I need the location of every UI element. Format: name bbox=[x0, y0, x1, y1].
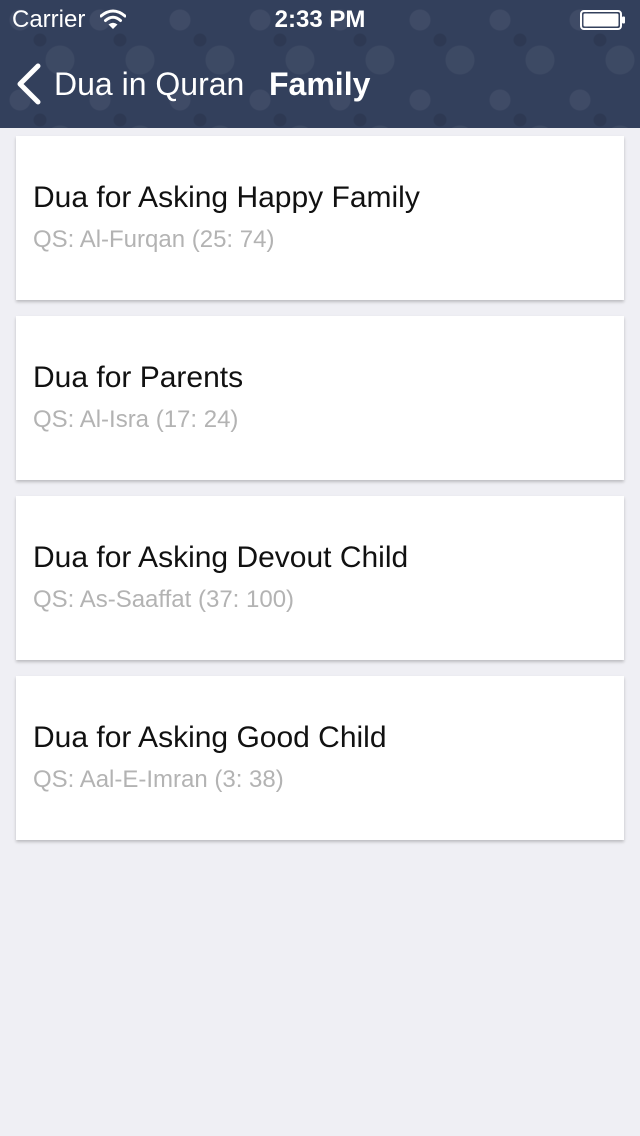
status-bar: Carrier 2:33 PM bbox=[0, 0, 640, 40]
dua-card[interactable]: Dua for Asking Good Child QS: Aal-E-Imra… bbox=[16, 676, 624, 840]
status-time: 2:33 PM bbox=[274, 6, 366, 33]
dua-title: Dua for Asking Good Child bbox=[33, 721, 387, 754]
dua-reference: QS: As-Saaffat (37: 100) bbox=[33, 586, 295, 613]
back-button[interactable]: Dua in Quran bbox=[14, 60, 244, 108]
battery-icon bbox=[580, 10, 625, 30]
dua-title: Dua for Asking Happy Family bbox=[33, 181, 420, 214]
page-title: Family bbox=[269, 66, 371, 102]
chevron-left-icon bbox=[17, 63, 41, 105]
dua-reference: QS: Al-Isra (17: 24) bbox=[33, 406, 239, 433]
dua-list: Dua for Asking Happy Family QS: Al-Furqa… bbox=[16, 136, 624, 856]
dua-title: Dua for Asking Devout Child bbox=[33, 541, 409, 574]
navigation-bar: Dua in Quran Family bbox=[0, 40, 640, 128]
dua-card[interactable]: Dua for Asking Happy Family QS: Al-Furqa… bbox=[16, 136, 624, 300]
dua-card[interactable]: Dua for Asking Devout Child QS: As-Saaff… bbox=[16, 496, 624, 660]
dua-title: Dua for Parents bbox=[33, 361, 244, 394]
dua-card[interactable]: Dua for Parents QS: Al-Isra (17: 24) bbox=[16, 316, 624, 480]
dua-reference: QS: Al-Furqan (25: 74) bbox=[33, 226, 275, 253]
dua-reference: QS: Aal-E-Imran (3: 38) bbox=[33, 766, 284, 793]
back-button-label: Dua in Quran bbox=[54, 66, 245, 102]
header: Carrier 2:33 PM Dua in Quran Family bbox=[0, 0, 640, 128]
